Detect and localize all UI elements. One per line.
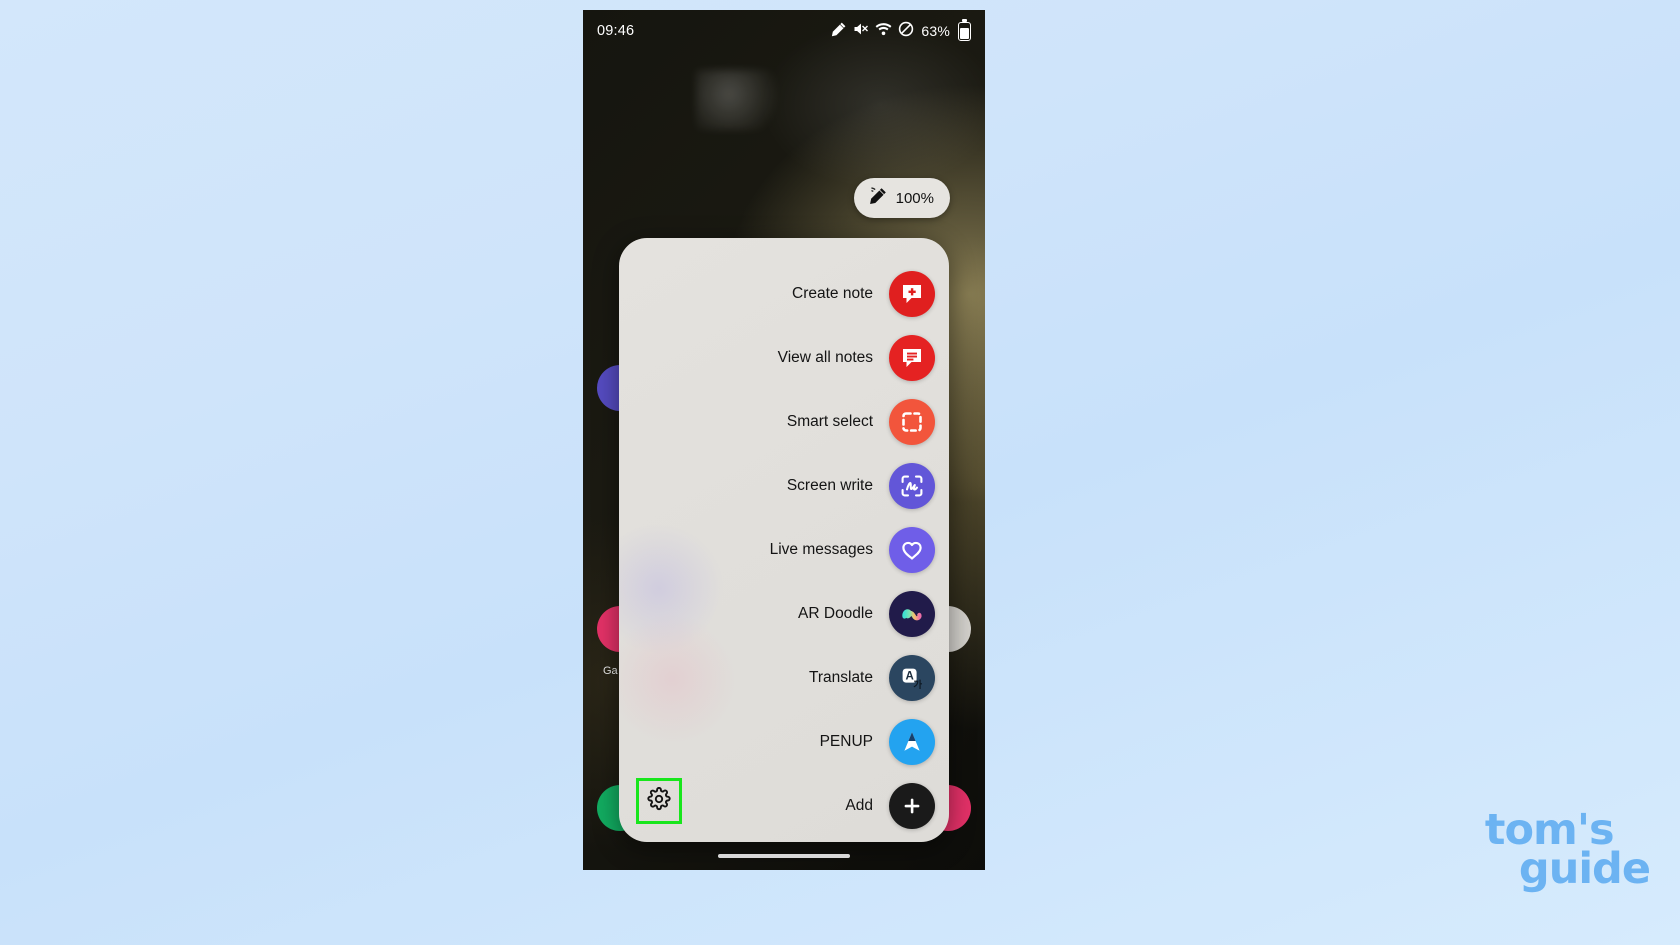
add-icon[interactable]	[889, 783, 935, 829]
live-messages-icon[interactable]	[889, 527, 935, 573]
phone-screen: Ga 09:46 63% 100% Create note View all n…	[583, 10, 985, 870]
create-note-icon[interactable]	[889, 271, 935, 317]
smart-select-icon[interactable]	[889, 399, 935, 445]
dnd-icon	[898, 21, 914, 41]
menu-item-add[interactable]: Add	[845, 778, 935, 834]
ar-doodle-icon[interactable]	[889, 591, 935, 637]
status-bar: 09:46 63%	[583, 10, 985, 52]
menu-item-label: Live messages	[769, 541, 873, 558]
menu-item-smart-select[interactable]: Smart select	[787, 394, 935, 450]
menu-item-label: View all notes	[777, 349, 873, 366]
svg-text:가: 가	[913, 679, 922, 691]
air-command-panel: Create note View all notes Smart select …	[619, 238, 949, 842]
settings-gear-button[interactable]	[636, 778, 682, 824]
menu-item-translate[interactable]: Translate A 가	[809, 650, 935, 706]
home-indicator[interactable]	[718, 854, 850, 858]
menu-item-create-note[interactable]: Create note	[792, 266, 935, 322]
toms-guide-watermark: tom's guide	[1485, 808, 1651, 895]
battery-icon	[958, 19, 971, 41]
spen-battery-pill[interactable]: 100%	[853, 178, 950, 218]
menu-item-view-all-notes[interactable]: View all notes	[778, 330, 935, 386]
menu-item-penup[interactable]: PENUP	[820, 714, 935, 770]
spen-pen-icon	[867, 185, 889, 212]
spen-battery-label: 100%	[895, 189, 934, 207]
watermark-line2: guide	[1518, 844, 1651, 895]
menu-item-label: Create note	[792, 285, 873, 302]
menu-item-label: Smart select	[786, 413, 873, 430]
status-time: 09:46	[597, 23, 635, 39]
menu-item-label: Screen write	[786, 477, 873, 494]
spen-icon	[831, 21, 847, 41]
menu-item-label: Add	[845, 797, 873, 814]
menu-item-screen-write[interactable]: Screen write	[787, 458, 935, 514]
mute-icon	[853, 21, 869, 41]
penup-icon[interactable]	[889, 719, 935, 765]
translate-icon[interactable]: A 가	[889, 655, 935, 701]
menu-item-label: PENUP	[819, 733, 873, 750]
wifi-icon	[875, 21, 892, 41]
menu-item-live-messages[interactable]: Live messages	[770, 522, 935, 578]
battery-percent: 63%	[921, 23, 950, 39]
screen-write-icon[interactable]	[889, 463, 935, 509]
menu-item-ar-doodle[interactable]: AR Doodle	[798, 586, 935, 642]
menu-item-label: AR Doodle	[798, 605, 873, 622]
bg-app-label: Ga	[603, 665, 618, 677]
gear-icon	[647, 786, 671, 816]
view-all-notes-icon[interactable]	[889, 335, 935, 381]
menu-item-label: Translate	[808, 669, 873, 686]
